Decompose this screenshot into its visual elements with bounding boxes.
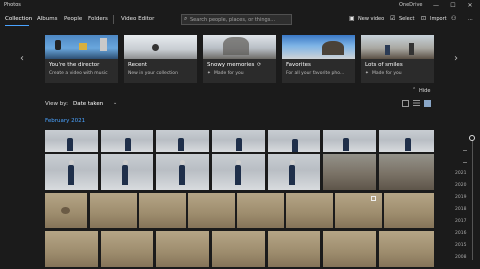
minimize-button[interactable]: — bbox=[428, 0, 444, 11]
photo-thumbnail[interactable] bbox=[45, 193, 87, 228]
timeline-scrollbar[interactable] bbox=[472, 136, 473, 260]
photo-thumbnail[interactable] bbox=[323, 130, 376, 152]
tab-people[interactable]: People bbox=[64, 16, 82, 22]
card-recent-image bbox=[124, 35, 197, 59]
photo-thumbnail[interactable] bbox=[101, 154, 153, 190]
account-icon[interactable]: ⚇ bbox=[451, 15, 456, 22]
photo-thumbnail[interactable] bbox=[45, 231, 98, 267]
year-label[interactable]: 2017 bbox=[455, 219, 466, 224]
year-label[interactable]: 2018 bbox=[455, 207, 466, 212]
select-button[interactable]: Select bbox=[399, 16, 414, 22]
more-button[interactable]: ... bbox=[468, 16, 473, 22]
card-director[interactable]: You're the director Create a video with … bbox=[45, 35, 118, 83]
card-snowy-memories[interactable]: Snowy memories ⟳ Made for you ✦ bbox=[203, 35, 276, 83]
photo-thumbnail[interactable] bbox=[212, 130, 265, 152]
card-recent[interactable]: Recent New in your collection bbox=[124, 35, 197, 83]
close-button[interactable]: ✕ bbox=[462, 0, 478, 11]
photo-thumbnail[interactable] bbox=[286, 193, 333, 228]
card-snowy-subtitle: Made for you bbox=[214, 71, 244, 76]
card-lots-of-smiles[interactable]: Lots of smiles Made for you ✦ bbox=[361, 35, 434, 83]
app-title: Photos bbox=[4, 2, 21, 8]
new-video-icon: ▣ bbox=[349, 15, 355, 22]
card-favorites-title: Favorites bbox=[286, 62, 311, 68]
month-header: February 2021 bbox=[45, 118, 86, 124]
card-director-title: You're the director bbox=[49, 62, 100, 68]
photo-thumbnail[interactable] bbox=[156, 154, 209, 190]
photo-thumbnail[interactable] bbox=[268, 231, 320, 267]
carousel-next-icon[interactable]: › bbox=[454, 53, 458, 64]
view-list-icon[interactable] bbox=[413, 100, 420, 107]
view-by-select[interactable]: Date taken bbox=[73, 101, 103, 107]
year-label[interactable]: 2019 bbox=[455, 195, 466, 200]
import-icon: ⊡ bbox=[421, 15, 427, 22]
timeline-thumb[interactable] bbox=[469, 135, 475, 141]
card-smiles-image bbox=[361, 35, 434, 59]
photo-thumbnail[interactable] bbox=[237, 193, 284, 228]
photo-thumbnail[interactable] bbox=[101, 130, 153, 152]
card-recent-subtitle: New in your collection bbox=[128, 71, 178, 76]
photo-thumbnail[interactable] bbox=[379, 130, 434, 152]
import-button[interactable]: Import bbox=[430, 16, 447, 22]
onedrive-label[interactable]: OneDrive bbox=[399, 2, 423, 8]
year-label[interactable]: 2016 bbox=[455, 231, 466, 236]
card-snowy-image bbox=[203, 35, 276, 59]
photo-thumbnail[interactable] bbox=[268, 130, 320, 152]
photo-thumbnail[interactable] bbox=[188, 193, 235, 228]
carousel-prev-icon[interactable]: ‹ bbox=[20, 53, 24, 64]
toolbar-divider bbox=[113, 15, 114, 24]
tab-folders[interactable]: Folders bbox=[88, 16, 108, 22]
view-grid-icon[interactable] bbox=[424, 100, 431, 107]
card-snowy-title: Snowy memories bbox=[207, 62, 255, 68]
view-by-label: View by: bbox=[45, 101, 68, 107]
card-recent-title: Recent bbox=[128, 62, 148, 68]
photo-thumbnail[interactable] bbox=[384, 193, 434, 228]
active-tab-indicator bbox=[5, 25, 29, 26]
select-icon: ☑ bbox=[390, 15, 396, 22]
year-tick bbox=[463, 150, 467, 151]
maximize-button[interactable]: ☐ bbox=[445, 0, 461, 11]
photo-thumbnail[interactable] bbox=[45, 130, 98, 152]
sparkle-icon: ✦ bbox=[207, 71, 211, 76]
view-large-icon[interactable] bbox=[402, 100, 409, 107]
photo-thumbnail[interactable] bbox=[156, 130, 209, 152]
chevron-down-icon[interactable]: ⌄ bbox=[113, 100, 117, 106]
card-favorites[interactable]: Favorites For all your favorite pho... bbox=[282, 35, 355, 83]
photo-thumbnail[interactable] bbox=[379, 231, 434, 267]
card-director-subtitle: Create a video with music bbox=[49, 71, 108, 76]
year-tick bbox=[463, 162, 467, 163]
card-favorites-image bbox=[282, 35, 355, 59]
card-director-image bbox=[45, 35, 118, 59]
photo-thumbnail[interactable] bbox=[212, 154, 265, 190]
year-label[interactable]: 2015 bbox=[455, 243, 466, 248]
tab-albums[interactable]: Albums bbox=[37, 16, 58, 22]
photo-thumbnail[interactable] bbox=[335, 193, 382, 228]
new-video-button[interactable]: New video bbox=[358, 16, 384, 22]
hide-button[interactable]: Hide bbox=[419, 88, 430, 94]
photo-thumbnail[interactable] bbox=[268, 154, 320, 190]
slideshow-icon: ⟳ bbox=[257, 62, 262, 68]
photo-thumbnail[interactable] bbox=[156, 231, 209, 267]
sparkle-icon: ✦ bbox=[365, 71, 369, 76]
chevron-up-icon: ⌃ bbox=[412, 87, 417, 93]
search-icon: ⌕ bbox=[184, 15, 188, 22]
year-label[interactable]: 2020 bbox=[455, 183, 466, 188]
photo-thumbnail[interactable] bbox=[323, 231, 376, 267]
tab-collection[interactable]: Collection bbox=[5, 16, 32, 22]
year-label[interactable]: 2008 bbox=[455, 255, 466, 260]
card-smiles-subtitle: Made for you bbox=[372, 71, 402, 76]
photo-thumbnail[interactable] bbox=[212, 231, 265, 267]
card-smiles-title: Lots of smiles bbox=[365, 62, 403, 68]
photo-thumbnail[interactable] bbox=[379, 154, 434, 190]
photo-thumbnail[interactable] bbox=[323, 154, 376, 190]
photo-thumbnail[interactable] bbox=[90, 193, 137, 228]
year-label[interactable]: 2021 bbox=[455, 171, 466, 176]
photo-thumbnail[interactable] bbox=[101, 231, 153, 267]
search-placeholder: Search people, places, or things... bbox=[190, 16, 276, 23]
tab-video-editor[interactable]: Video Editor bbox=[121, 16, 154, 22]
photo-thumbnail[interactable] bbox=[139, 193, 186, 228]
card-favorites-subtitle: For all your favorite pho... bbox=[286, 71, 345, 76]
photo-thumbnail[interactable] bbox=[45, 154, 98, 190]
